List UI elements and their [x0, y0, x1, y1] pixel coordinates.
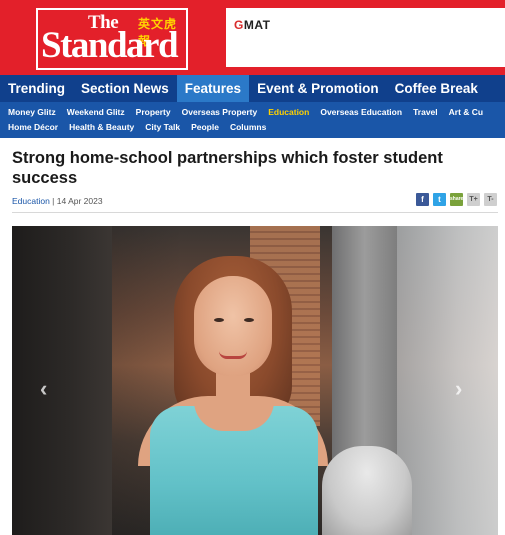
- subnav-health-beauty[interactable]: Health & Beauty: [69, 120, 134, 135]
- subnav-people[interactable]: People: [191, 120, 219, 135]
- text-increase-icon[interactable]: T+: [467, 193, 480, 206]
- logo-standard-text: Standard: [41, 25, 179, 66]
- header-band: The 英文虎報 Standard GMAT: [0, 0, 505, 75]
- text-decrease-icon[interactable]: T-: [484, 193, 497, 206]
- article-date: 14 Apr 2023: [56, 196, 103, 206]
- subnav-property[interactable]: Property: [136, 105, 171, 120]
- article-headline: Strong home-school partnerships which fo…: [12, 149, 443, 187]
- carousel-next-icon[interactable]: ›: [455, 378, 462, 400]
- subnav-home-decor[interactable]: Home Décor: [8, 120, 58, 135]
- photo-carousel[interactable]: ‹ ›: [12, 226, 498, 535]
- primary-nav: Trending Section News Features Event & P…: [0, 75, 505, 102]
- subnav-art-culture[interactable]: Art & Cu: [449, 105, 483, 120]
- subnav-city-talk[interactable]: City Talk: [145, 120, 180, 135]
- subnav-travel[interactable]: Travel: [413, 105, 438, 120]
- secondary-nav-row-2: Home Décor Health & Beauty City Talk Peo…: [8, 120, 505, 135]
- subnav-columns[interactable]: Columns: [230, 120, 266, 135]
- secondary-nav-row-1: Money Glitz Weekend Glitz Property Overs…: [8, 105, 505, 120]
- subnav-overseas-property[interactable]: Overseas Property: [182, 105, 258, 120]
- subnav-weekend-glitz[interactable]: Weekend Glitz: [67, 105, 125, 120]
- carousel-prev-icon[interactable]: ‹: [40, 378, 47, 400]
- article-meta: Education | 14 Apr 2023: [12, 196, 103, 206]
- photo-chair: [322, 446, 412, 535]
- gmat-ad-banner[interactable]: GMAT: [226, 8, 505, 67]
- photo-dark-pillar: [12, 226, 112, 535]
- nav-coffee-break[interactable]: Coffee Break: [387, 75, 486, 102]
- portrait-left-eye: [214, 318, 224, 322]
- portrait-smile: [219, 351, 247, 359]
- photo-window-panel: [397, 226, 498, 535]
- nav-trending[interactable]: Trending: [0, 75, 73, 102]
- subnav-education[interactable]: Education: [268, 105, 309, 120]
- gmat-ad-title: GMAT: [234, 18, 271, 32]
- secondary-nav: Money Glitz Weekend Glitz Property Overs…: [0, 102, 505, 138]
- share-toolbar: f t share T+ T-: [416, 193, 497, 206]
- other-share-icon[interactable]: share: [450, 193, 463, 206]
- the-standard-logo[interactable]: The 英文虎報 Standard: [36, 8, 188, 70]
- nav-features[interactable]: Features: [176, 75, 250, 102]
- subnav-overseas-education[interactable]: Overseas Education: [320, 105, 402, 120]
- portrait-right-eye: [244, 318, 254, 322]
- portrait-face: [194, 276, 272, 376]
- article-category-link[interactable]: Education: [12, 196, 50, 206]
- photo-woman-portrait: [132, 256, 332, 535]
- twitter-share-icon[interactable]: t: [433, 193, 446, 206]
- nav-section-news[interactable]: Section News: [73, 75, 177, 102]
- facebook-share-icon[interactable]: f: [416, 193, 429, 206]
- subnav-money-glitz[interactable]: Money Glitz: [8, 105, 56, 120]
- meta-divider: [12, 212, 498, 213]
- nav-event-promotion[interactable]: Event & Promotion: [249, 75, 387, 102]
- meta-separator: |: [49, 196, 57, 206]
